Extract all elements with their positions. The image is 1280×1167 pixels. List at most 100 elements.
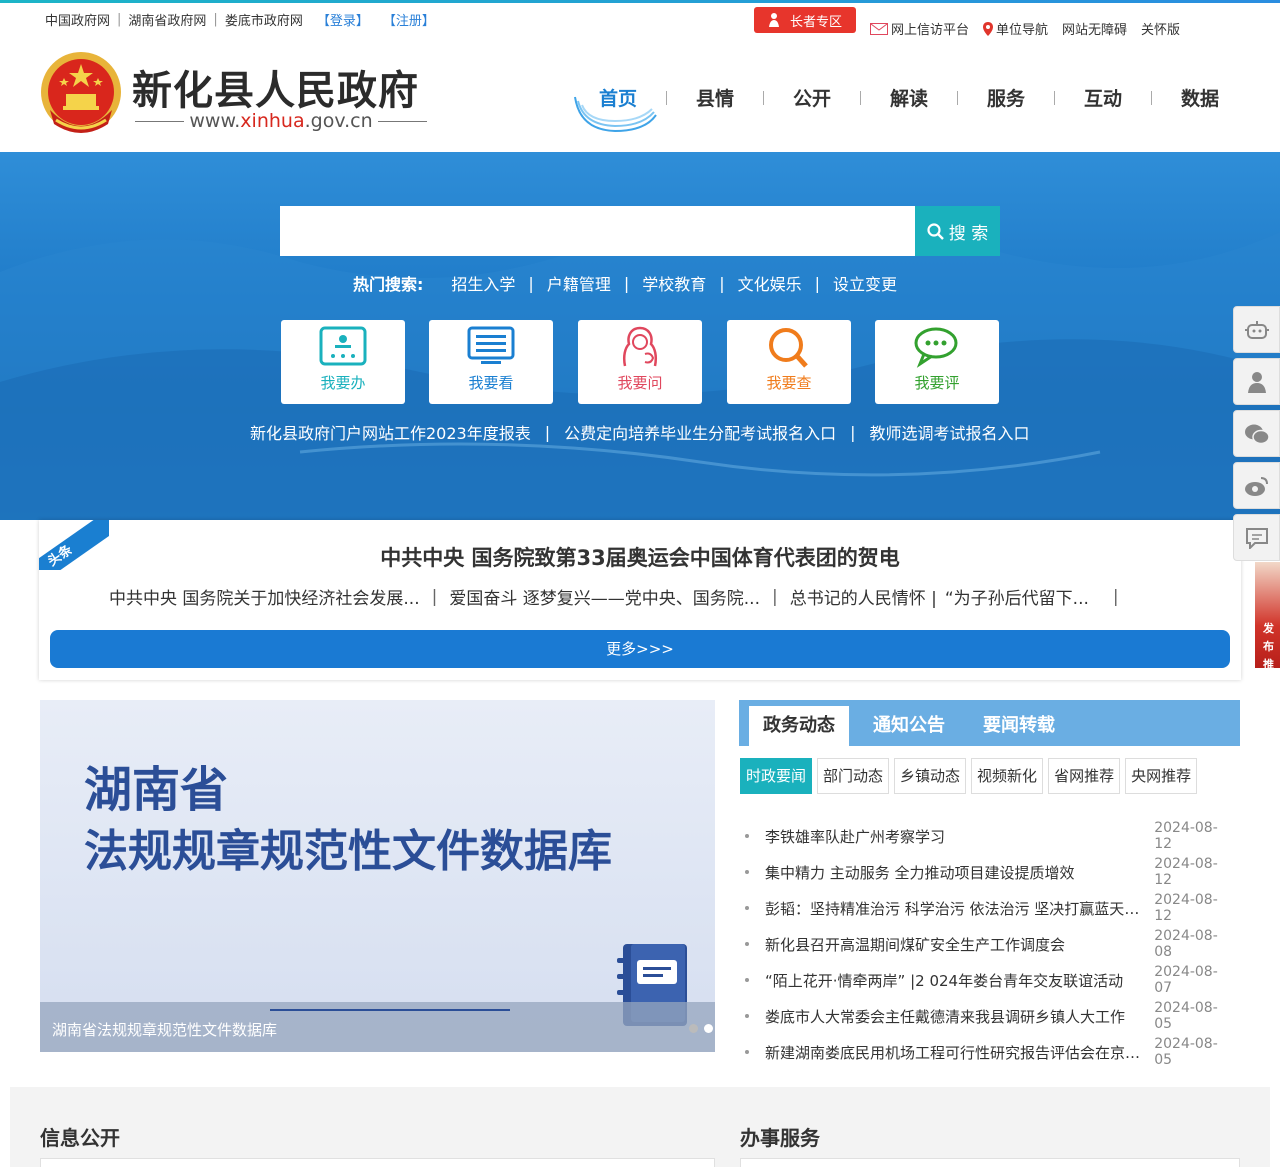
subtab-current-affairs[interactable]: 时政要闻: [740, 758, 813, 794]
subtab-video[interactable]: 视频新化: [971, 758, 1044, 794]
headline-sub-link[interactable]: “为子孙后代留下...: [945, 584, 1089, 609]
headline-sub-link[interactable]: 总书记的人民情怀 |: [790, 584, 937, 609]
wechat-button[interactable]: [1233, 410, 1280, 457]
tab-government-news[interactable]: 政务动态: [749, 706, 849, 746]
url-suffix: .gov.cn: [304, 110, 373, 132]
slide-dot[interactable]: [689, 1024, 698, 1033]
petition-label: 网上信访平台: [891, 23, 970, 38]
headline-sub-links: 中共中央 国务院关于加快经济社会发展... | 爱国奋斗 逐梦复兴——党中央、国…: [109, 584, 1131, 610]
login-link[interactable]: 【登录】: [317, 10, 369, 29]
section-title-services: 办事服务: [740, 1126, 820, 1150]
quick-ask-button[interactable]: 我要问: [578, 320, 702, 404]
subtab-province[interactable]: 省网推荐: [1048, 758, 1121, 794]
news-row[interactable]: 李铁雄率队赴广州考察学习 2024-08-12: [745, 818, 1235, 854]
news-row[interactable]: 彭韬：坚持精准治污 科学治污 依法治污 坚决打赢蓝天碧水净土保卫战 2024-08…: [745, 890, 1235, 926]
unit-nav-link[interactable]: 单位导航: [983, 19, 1048, 38]
nav-interact[interactable]: 互动: [1055, 84, 1151, 111]
link-hunan-gov[interactable]: 湖南省政府网: [128, 10, 206, 29]
news-title[interactable]: 新化县召开高温期间煤矿安全生产工作调度会: [765, 934, 1147, 955]
quick-search-label: 我要查: [766, 374, 812, 392]
url-divider-left: [135, 120, 185, 122]
news-title[interactable]: “陌上花开·情牵两岸” |2 024年娄台青年交友联谊活动: [765, 970, 1147, 991]
slide-dot-active[interactable]: [704, 1024, 713, 1033]
banner-link[interactable]: 公费定向培养毕业生分配考试报名入口: [564, 420, 836, 444]
news-row[interactable]: “陌上花开·情牵两岸” |2 024年娄台青年交友联谊活动 2024-08-07: [745, 962, 1235, 998]
section-title-info-public: 信息公开: [40, 1126, 120, 1150]
quick-do-button[interactable]: 我要办: [281, 320, 405, 404]
bottom-section-background: [10, 1087, 1270, 1167]
robot-button[interactable]: [1233, 306, 1280, 353]
nav-service[interactable]: 服务: [958, 84, 1054, 111]
slide-dots: [683, 1024, 715, 1033]
headline-sub-link[interactable]: 爱国奋斗 逐梦复兴——党中央、国务院...: [449, 584, 760, 609]
quick-view-button[interactable]: 我要看: [429, 320, 553, 404]
monitor-list-icon: [467, 326, 515, 364]
divider: |: [117, 12, 122, 27]
subtab-central[interactable]: 央网推荐: [1125, 758, 1198, 794]
side-ad-banner[interactable]: 发布推动: [1255, 562, 1280, 668]
site-url: www.xinhua.gov.cn: [135, 110, 427, 132]
search-icon: [927, 222, 944, 240]
news-title[interactable]: 娄底市人大常委会主任戴德清来我县调研乡镇人大工作: [765, 1006, 1147, 1027]
nav-county-info[interactable]: 县情: [667, 84, 763, 111]
news-title[interactable]: 新建湖南娄底民用机场工程可行性研究报告评估会在京召开: [765, 1042, 1147, 1063]
top-accent-line: [0, 0, 1280, 3]
tab-notices[interactable]: 通知公告: [859, 706, 959, 746]
bullet: [745, 978, 749, 982]
search-input[interactable]: [280, 206, 915, 256]
tab-reprinted-news[interactable]: 要闻转载: [969, 706, 1069, 746]
nav-interpret[interactable]: 解读: [861, 84, 957, 111]
message-button[interactable]: [1233, 514, 1280, 561]
hot-term[interactable]: 学校教育: [642, 271, 706, 295]
accessibility-link[interactable]: 网站无障碍: [1062, 19, 1127, 38]
register-link[interactable]: 【注册】: [383, 10, 435, 29]
news-title[interactable]: 彭韬：坚持精准治污 科学治污 依法治污 坚决打赢蓝天碧水净土保卫战: [765, 898, 1147, 919]
slide-heading-2: 法规规章规范性文件数据库: [84, 826, 612, 877]
top-links: 中国政府网 | 湖南省政府网 | 娄底市政府网 【登录】 【注册】: [45, 10, 435, 29]
search-button[interactable]: 搜 索: [915, 206, 1000, 256]
link-loudi-gov[interactable]: 娄底市政府网: [225, 10, 303, 29]
top-right-links: 网上信访平台 单位导航 网站无障碍 关怀版: [870, 19, 1194, 38]
hot-term[interactable]: 设立变更: [833, 271, 897, 295]
nav-data[interactable]: 数据: [1152, 84, 1248, 111]
headline-sub-link[interactable]: 中共中央 国务院关于加快经济社会发展...: [109, 584, 420, 609]
link-gov-cn[interactable]: 中国政府网: [45, 10, 110, 29]
divider: |: [544, 422, 551, 442]
care-version-link[interactable]: 关怀版: [1141, 19, 1180, 38]
more-button[interactable]: 更多>>>: [50, 630, 1230, 668]
location-pin-icon: [983, 21, 994, 36]
subtab-department[interactable]: 部门动态: [817, 758, 890, 794]
hot-search: 热门搜索: 招生入学 | 户籍管理 | 学校教育 | 文化娱乐 | 设立变更: [353, 271, 897, 295]
news-title[interactable]: 李铁雄率队赴广州考察学习: [765, 826, 1147, 847]
hot-term[interactable]: 户籍管理: [547, 271, 611, 295]
banner-link[interactable]: 教师选调考试报名入口: [870, 420, 1030, 444]
quick-search-button[interactable]: 我要查: [727, 320, 851, 404]
news-row[interactable]: 娄底市人大常委会主任戴德清来我县调研乡镇人大工作 2024-08-05: [745, 998, 1235, 1034]
image-slider[interactable]: 湖南省 法规规章规范性文件数据库 湖南省法规规章规范性文件数据库: [40, 700, 715, 1052]
quick-rate-button[interactable]: 我要评: [875, 320, 999, 404]
news-row[interactable]: 新建湖南娄底民用机场工程可行性研究报告评估会在京召开 2024-08-05: [745, 1034, 1235, 1070]
url-divider-right: [377, 120, 427, 122]
hot-term[interactable]: 招生入学: [451, 271, 515, 295]
national-emblem-logo: [41, 52, 121, 133]
quick-view-label: 我要看: [468, 374, 514, 392]
news-row[interactable]: 集中精力 主动服务 全力推动项目建设提质增效 2024-08-12: [745, 854, 1235, 890]
news-date: 2024-08-08: [1154, 928, 1218, 960]
elder-zone-button[interactable]: 长者专区: [754, 7, 856, 33]
divider: |: [719, 273, 725, 293]
news-row[interactable]: 新化县召开高温期间煤矿安全生产工作调度会 2024-08-08: [745, 926, 1235, 962]
person-phone-icon: [622, 326, 658, 367]
weibo-button[interactable]: [1233, 462, 1280, 509]
message-icon: [1245, 527, 1268, 549]
subtab-township[interactable]: 乡镇动态: [894, 758, 967, 794]
bullet: [745, 834, 749, 838]
news-title[interactable]: 集中精力 主动服务 全力推动项目建设提质增效: [765, 862, 1147, 883]
petition-link[interactable]: 网上信访平台: [870, 19, 969, 38]
user-icon: [1247, 371, 1266, 393]
nav-public[interactable]: 公开: [764, 84, 860, 111]
hot-term[interactable]: 文化娱乐: [738, 271, 802, 295]
user-button[interactable]: [1233, 358, 1280, 405]
banner-link[interactable]: 新化县政府门户网站工作2023年度报表: [250, 420, 531, 444]
headline-title[interactable]: 中共中央 国务院致第33届奥运会中国体育代表团的贺电: [39, 542, 1241, 572]
nav-home[interactable]: 首页: [570, 84, 666, 111]
